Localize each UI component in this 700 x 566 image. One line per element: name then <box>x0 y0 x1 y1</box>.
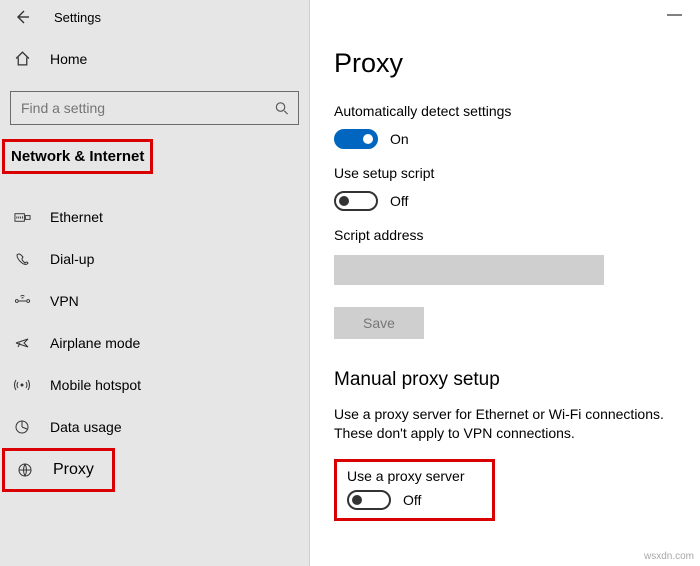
auto-detect-toggle[interactable] <box>334 129 378 149</box>
titlebar: Settings <box>0 8 309 40</box>
sidebar-item-airplane[interactable]: Airplane mode <box>0 322 309 364</box>
sidebar-item-label: Mobile hotspot <box>50 377 141 393</box>
page-title: Proxy <box>334 48 700 79</box>
sidebar-item-label: Dial-up <box>50 251 94 267</box>
sidebar-item-vpn[interactable]: VPN <box>0 280 309 322</box>
home-icon <box>12 50 32 67</box>
save-button[interactable]: Save <box>334 307 424 339</box>
sidebar-item-label: Ethernet <box>50 209 103 225</box>
sidebar-item-label: VPN <box>50 293 79 309</box>
search-icon <box>274 101 289 116</box>
sidebar-item-label: Data usage <box>50 419 122 435</box>
script-address-input[interactable] <box>334 255 604 285</box>
section-header-network: Network & Internet <box>2 139 153 174</box>
back-button[interactable] <box>8 3 36 31</box>
auto-detect-state: On <box>390 131 409 147</box>
sidebar-item-ethernet[interactable]: Ethernet <box>0 196 309 238</box>
sidebar-item-label: Airplane mode <box>50 335 140 351</box>
sidebar-item-home[interactable]: Home <box>0 40 309 77</box>
vpn-icon <box>12 294 32 308</box>
main-panel: — Proxy Automatically detect settings On… <box>310 0 700 566</box>
search-container <box>10 91 299 125</box>
use-proxy-highlight: Use a proxy server Off <box>334 459 495 521</box>
sidebar-item-datausage[interactable]: Data usage <box>0 406 309 448</box>
sidebar-item-proxy[interactable]: Proxy <box>2 448 115 492</box>
dialup-icon <box>12 251 32 267</box>
sidebar-item-label: Proxy <box>53 461 94 479</box>
data-usage-icon <box>12 419 32 435</box>
proxy-icon <box>15 462 35 478</box>
use-proxy-label: Use a proxy server <box>347 468 464 484</box>
ethernet-icon <box>12 210 32 225</box>
watermark: wsxdn.com <box>644 551 694 562</box>
manual-proxy-description: Use a proxy server for Ethernet or Wi-Fi… <box>334 405 700 443</box>
use-proxy-toggle[interactable] <box>347 490 391 510</box>
manual-proxy-title: Manual proxy setup <box>334 369 700 391</box>
back-arrow-icon <box>14 9 30 25</box>
setup-script-state: Off <box>390 193 408 209</box>
auto-detect-label: Automatically detect settings <box>334 103 700 119</box>
airplane-icon <box>12 335 32 351</box>
sidebar-item-hotspot[interactable]: Mobile hotspot <box>0 364 309 406</box>
home-label: Home <box>50 51 87 67</box>
hotspot-icon <box>12 377 32 393</box>
sidebar-item-dialup[interactable]: Dial-up <box>0 238 309 280</box>
setup-script-toggle[interactable] <box>334 191 378 211</box>
sidebar: Settings Home Network & Internet Etherne… <box>0 0 310 566</box>
script-address-label: Script address <box>334 227 700 243</box>
minimize-button[interactable]: — <box>667 6 682 23</box>
window-title: Settings <box>54 10 101 25</box>
search-input[interactable] <box>10 91 299 125</box>
setup-script-label: Use setup script <box>334 165 700 181</box>
use-proxy-state: Off <box>403 492 421 508</box>
